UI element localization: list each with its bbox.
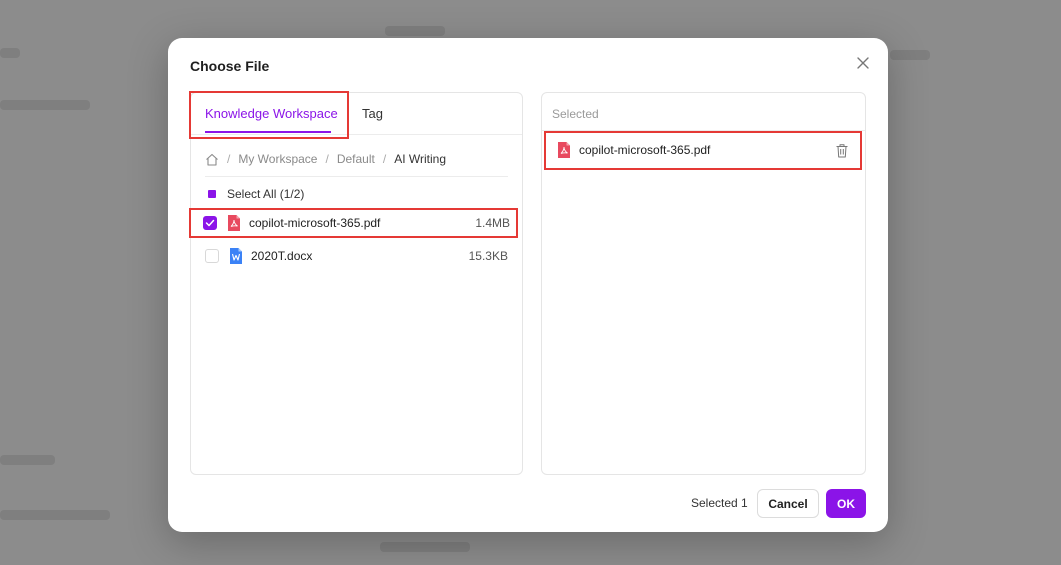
breadcrumb-separator: / bbox=[382, 152, 387, 166]
breadcrumb-separator: / bbox=[227, 152, 231, 166]
file-checkbox-unchecked[interactable] bbox=[205, 249, 219, 263]
choose-file-dialog: Choose File Knowledge Workspace Tag / My… bbox=[168, 38, 888, 532]
file-name: 2020T.docx bbox=[251, 249, 313, 263]
home-icon[interactable] bbox=[205, 153, 219, 166]
ok-button[interactable]: OK bbox=[826, 489, 866, 518]
pdf-icon bbox=[558, 142, 570, 158]
cancel-button[interactable]: Cancel bbox=[757, 489, 819, 518]
checkmark-icon bbox=[205, 219, 215, 227]
file-checkbox-checked[interactable] bbox=[203, 216, 217, 230]
selected-count: Selected 1 bbox=[691, 496, 748, 510]
breadcrumb-separator: / bbox=[325, 152, 329, 166]
tab-label: Knowledge Workspace bbox=[205, 106, 338, 121]
dialog-title: Choose File bbox=[190, 58, 270, 74]
tab-bar: Knowledge Workspace Tag bbox=[189, 91, 522, 139]
selected-files-panel: Selected copilot-microsoft-365.pdf bbox=[541, 92, 866, 475]
breadcrumb-default[interactable]: Default bbox=[337, 152, 375, 166]
file-row-2020t-docx[interactable]: 2020T.docx 15.3KB bbox=[191, 243, 522, 269]
divider bbox=[205, 176, 508, 177]
selected-file-item: copilot-microsoft-365.pdf bbox=[544, 131, 862, 170]
file-size: 1.4MB bbox=[475, 216, 510, 230]
selected-file-name: copilot-microsoft-365.pdf bbox=[579, 143, 711, 157]
selected-panel-header: Selected bbox=[552, 107, 599, 121]
active-tab-indicator bbox=[205, 131, 331, 133]
breadcrumb-ai-writing: AI Writing bbox=[394, 152, 446, 166]
tab-knowledge-workspace[interactable]: Knowledge Workspace bbox=[189, 91, 349, 139]
file-row-copilot-pdf[interactable]: copilot-microsoft-365.pdf 1.4MB bbox=[189, 208, 518, 238]
pdf-icon bbox=[228, 215, 240, 231]
tab-tag[interactable]: Tag bbox=[362, 106, 383, 121]
file-size: 15.3KB bbox=[468, 249, 508, 263]
select-all-label: Select All (1/2) bbox=[227, 187, 305, 201]
select-all-checkbox[interactable]: Select All (1/2) bbox=[205, 187, 304, 201]
word-doc-icon bbox=[230, 248, 242, 264]
indeterminate-checkbox-icon bbox=[205, 187, 219, 201]
breadcrumb: / My Workspace / Default / AI Writing bbox=[205, 152, 446, 166]
breadcrumb-my-workspace[interactable]: My Workspace bbox=[238, 152, 317, 166]
file-name: copilot-microsoft-365.pdf bbox=[249, 216, 381, 230]
close-icon[interactable] bbox=[854, 54, 872, 72]
file-browser-panel: Knowledge Workspace Tag / My Workspace /… bbox=[189, 91, 523, 475]
trash-icon[interactable] bbox=[835, 143, 849, 158]
